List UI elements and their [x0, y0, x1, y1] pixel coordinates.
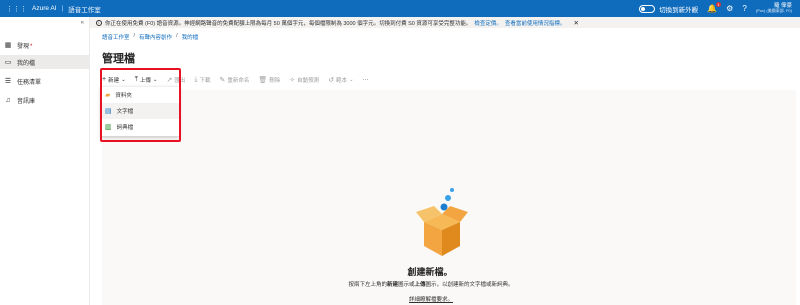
rename-button[interactable]: ✎ 重新命名	[219, 76, 249, 84]
upload-icon: ⤒	[134, 75, 138, 83]
chevron-down-icon: ⌄	[349, 76, 354, 83]
sidebar-item-label: 任務清單	[17, 79, 42, 86]
breadcrumb-separator: /	[133, 33, 136, 39]
text-file-icon: ▤	[105, 108, 112, 115]
brand-separator: |	[61, 5, 64, 12]
upload-button[interactable]: ⤒ 上傳 ⌄	[135, 76, 158, 84]
new-look-toggle[interactable]: 切換到新外觀	[639, 4, 698, 14]
download-button[interactable]: ⤓ 下載	[194, 76, 210, 84]
version-button[interactable]: ↺ 範本 ⌄	[328, 76, 354, 84]
menu-item-folder[interactable]: ▰ 資料夾	[101, 87, 179, 103]
menu-item-label: 資料夾	[115, 93, 132, 99]
new-button[interactable]: + 新建 ⌄	[102, 76, 126, 84]
delete-button[interactable]: 🗑 刪除	[258, 76, 280, 84]
app-title[interactable]: 語音工作室	[68, 4, 101, 14]
new-dropdown-menu: ▰ 資料夾 ▤ 文字檔 ▥ 詞典檔	[101, 87, 179, 136]
page-title: 管理檔	[102, 53, 135, 65]
breadcrumb-separator: /	[176, 33, 178, 39]
empty-state-title: 創建新檔。	[407, 267, 453, 277]
bell-icon[interactable]: 🔔 1	[707, 2, 722, 13]
menu-item-lexicon-file[interactable]: ▥ 詞典檔	[101, 119, 179, 135]
help-icon[interactable]: ?	[742, 4, 746, 13]
chevron-down-icon: ⌄	[152, 76, 158, 83]
plus-icon: +	[102, 76, 107, 83]
breadcrumb-item[interactable]: 有聲內容創作	[139, 33, 172, 41]
sidebar: « ▦ 發現* ▭ 我的檔 ☰ 任務清單 ♫ 音訊庫	[0, 17, 90, 305]
grid-icon: ▦	[4, 42, 12, 49]
sidebar-item-my-files[interactable]: ▭ 我的檔	[0, 55, 89, 69]
sidebar-item-discover[interactable]: ▦ 發現*	[0, 38, 89, 52]
notification-badge: 1	[715, 2, 722, 7]
brand: ⋮⋮⋮ Azure AI | 語音工作室	[0, 4, 101, 14]
breadcrumb: 語音工作室 / 有聲內容創作 / 我的檔	[102, 33, 198, 41]
menu-item-text-file[interactable]: ▤ 文字檔	[101, 103, 179, 119]
sidebar-item-label: 音訊庫	[17, 98, 36, 105]
toggle-label: 切換到新外觀	[659, 6, 699, 14]
brand-name[interactable]: Azure AI	[32, 5, 57, 12]
sidebar-item-label: 我的檔	[17, 60, 36, 67]
empty-state-description: 按兩下左上角的新建圖示或上傳圖示，以創建新的文字檔或新詞典。	[348, 282, 514, 288]
chevron-down-icon: ⌄	[121, 76, 126, 83]
auto-predict-button[interactable]: ✧ 自動預測	[289, 76, 319, 84]
rename-icon: ✎	[219, 76, 226, 84]
toolbar: + 新建 ⌄ ⤒ 上傳 ⌄ ↗ 匯出 ⤓ 下載 ✎ 重新命名 🗑 刪除 ✧ 自動預測 ↺ 範本 ⌄ ·…	[102, 73, 368, 86]
download-icon: ⤓	[194, 75, 198, 83]
trash-icon: 🗑	[258, 76, 268, 84]
close-icon[interactable]: ✕	[573, 19, 578, 27]
usage-link[interactable]: 查看當前使用情況指標。	[505, 19, 566, 27]
breadcrumb-item[interactable]: 我的檔	[182, 33, 199, 41]
user-account[interactable]: 羅 偉豪 (Poc) (美國東部, F0)	[756, 3, 792, 13]
menu-item-label: 詞典檔	[116, 125, 134, 131]
lexicon-file-icon: ▥	[105, 124, 112, 131]
audio-icon: ♫	[5, 96, 11, 104]
folder-icon: ▭	[4, 59, 12, 66]
list-icon: ☰	[4, 78, 12, 85]
gear-icon[interactable]: ⚙	[726, 4, 733, 13]
more-button[interactable]: ···	[363, 77, 369, 83]
info-icon: i	[96, 19, 102, 26]
notice-text: 你正在使用免費 (F0) 語音資源。神經網路聲音的免費配額上限為每月 50 萬個…	[105, 20, 472, 27]
history-icon: ↺	[328, 76, 335, 84]
free-tier-notice: i 你正在使用免費 (F0) 語音資源。神經網路聲音的免費配額上限為每月 50 …	[90, 17, 800, 28]
export-button[interactable]: ↗ 匯出	[166, 76, 185, 84]
toggle-switch[interactable]	[639, 4, 656, 13]
sidebar-item-task-list[interactable]: ☰ 任務清單	[0, 74, 89, 88]
user-org: (Poc) (美國東部, F0)	[755, 8, 792, 14]
sidebar-item-label: 發現*	[17, 43, 33, 50]
empty-box-illustration	[416, 188, 468, 256]
pricing-link[interactable]: 檢查定價。	[474, 19, 502, 27]
file-requirements-link[interactable]: 詳細瞭解檔要求。	[0, 295, 800, 303]
app-grid-icon[interactable]: ⋮⋮⋮	[6, 5, 27, 13]
menu-item-label: 文字檔	[116, 109, 134, 115]
collapse-sidebar-icon[interactable]: «	[81, 20, 84, 26]
sidebar-item-audio-library[interactable]: ♫ 音訊庫	[0, 93, 89, 107]
sparkle-icon: ✧	[289, 76, 296, 84]
folder-icon: ▰	[105, 92, 111, 99]
export-icon: ↗	[166, 76, 173, 84]
breadcrumb-item[interactable]: 語音工作室	[102, 33, 130, 41]
top-bar: ⋮⋮⋮ Azure AI | 語音工作室 切換到新外觀 🔔 1 ⚙ ? 羅 偉豪 …	[0, 0, 800, 17]
